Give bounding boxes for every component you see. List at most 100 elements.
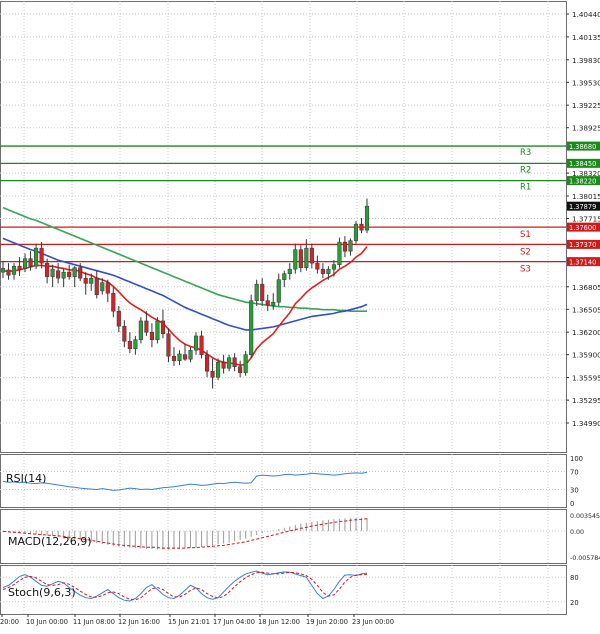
bear-candle bbox=[232, 357, 237, 367]
bear-candle bbox=[149, 331, 154, 340]
bull-candle bbox=[331, 264, 336, 270]
bull-candle bbox=[11, 265, 17, 275]
bull-candle bbox=[304, 247, 309, 268]
level-price-tag-text: 1.37370 bbox=[569, 241, 596, 249]
stoch-tick-label: 80 bbox=[570, 574, 579, 582]
level-label-r3: R3 bbox=[520, 148, 531, 158]
price-axis: 1.40440 1.40135 1.39830 1.39530 1.39225 1.389… bbox=[566, 10, 600, 428]
bull-candle bbox=[271, 301, 276, 306]
bear-candle bbox=[260, 283, 265, 301]
bull-candle bbox=[61, 271, 66, 279]
bear-candle bbox=[78, 267, 83, 279]
panel-frames bbox=[0, 1, 567, 615]
forex-chart-window[interactable]: R3 1.38680 R2 1.38450 R1 1.38220 S1 1.37600 S2 1.… bbox=[0, 0, 600, 630]
bull-candle bbox=[364, 205, 370, 231]
level-label-s3: S3 bbox=[520, 265, 531, 275]
bull-candle bbox=[23, 258, 28, 269]
bear-candle bbox=[116, 310, 121, 327]
time-tick-label: 23 Jun 00:00 bbox=[352, 618, 394, 626]
rsi-tick-label: 100 bbox=[570, 455, 583, 463]
bull-candle bbox=[177, 353, 182, 361]
bull-candle bbox=[188, 349, 193, 360]
price-tick-label: 1.38015 bbox=[572, 192, 600, 201]
time-tick-label: 10 Jun 00:00 bbox=[26, 618, 68, 626]
bear-candle bbox=[320, 268, 325, 274]
bear-candle bbox=[105, 282, 110, 294]
bear-candle bbox=[127, 340, 132, 349]
bear-candle bbox=[160, 320, 165, 334]
rsi-tick-label: 30 bbox=[570, 487, 579, 495]
bear-candle bbox=[111, 292, 116, 312]
rsi-panel-frame bbox=[0, 454, 567, 508]
price-tick-label: 1.38925 bbox=[572, 124, 600, 133]
macd-tick-label: -0.005784 bbox=[570, 555, 600, 562]
price-tick-label: 1.36805 bbox=[572, 283, 600, 292]
bear-candle bbox=[45, 262, 50, 277]
price-tick-label: 1.40135 bbox=[572, 33, 600, 42]
level-price-tag-text: 1.37140 bbox=[569, 258, 596, 266]
bear-candle bbox=[359, 223, 364, 231]
bull-candle bbox=[254, 283, 259, 301]
stoch-tick-label: 20 bbox=[570, 599, 579, 607]
bear-candle bbox=[67, 271, 72, 277]
bear-candle bbox=[265, 300, 270, 306]
price-tick-label: 1.39830 bbox=[572, 56, 600, 65]
time-tick-label: 20:00 bbox=[0, 618, 19, 626]
bear-candle bbox=[182, 354, 188, 360]
price-tick-label: 1.34990 bbox=[572, 419, 600, 428]
bear-candle bbox=[238, 366, 243, 373]
bear-candle bbox=[221, 361, 226, 369]
bull-candle bbox=[72, 267, 77, 277]
bull-candle bbox=[50, 268, 55, 277]
bull-candle bbox=[0, 268, 6, 273]
bull-candle bbox=[337, 241, 342, 265]
price-tick-label: 1.35595 bbox=[572, 374, 600, 383]
bull-candle bbox=[155, 320, 160, 340]
price-tick-label: 1.40440 bbox=[572, 10, 600, 19]
price-tick-label: 1.36505 bbox=[572, 305, 600, 314]
level-label-s1: S1 bbox=[520, 230, 531, 240]
bear-candle bbox=[166, 333, 171, 357]
time-axis: 20:00 10 Jun 00:00 11 Jun 08:00 12 Jun 16:0… bbox=[0, 614, 394, 626]
price-tick-label: 1.38320 bbox=[572, 169, 600, 178]
bull-candle bbox=[348, 240, 353, 252]
bear-candle bbox=[309, 247, 314, 264]
price-tick-label: 1.35295 bbox=[572, 396, 600, 405]
bull-candle bbox=[293, 249, 298, 270]
time-tick-label: 19 Jun 20:00 bbox=[306, 618, 348, 626]
bear-candle bbox=[94, 277, 99, 295]
bull-candle bbox=[193, 335, 199, 351]
bull-candle bbox=[243, 354, 248, 373]
level-label-s2: S2 bbox=[520, 247, 531, 257]
level-price-tag-text: 1.38220 bbox=[569, 177, 596, 185]
chart-canvas[interactable]: R3 1.38680 R2 1.38450 R1 1.38220 S1 1.37600 S2 1.… bbox=[0, 0, 600, 630]
time-tick-label: 11 Jun 08:00 bbox=[73, 618, 115, 626]
bull-candle bbox=[353, 223, 359, 241]
price-tick-label: 1.35900 bbox=[572, 351, 600, 360]
bull-candle bbox=[216, 361, 221, 378]
time-tick-label: 12 Jun 16:00 bbox=[118, 618, 160, 626]
bear-candle bbox=[199, 335, 204, 355]
bull-candle bbox=[89, 277, 94, 284]
time-tick-label: 17 Jun 04:00 bbox=[213, 618, 255, 626]
bull-candle bbox=[34, 247, 39, 267]
time-tick-label: 18 Jun 12:00 bbox=[258, 618, 300, 626]
bear-candle bbox=[342, 241, 347, 252]
bear-candle bbox=[56, 270, 61, 279]
price-tick-label: 1.39530 bbox=[572, 78, 600, 87]
current-price-tag-text: 1.37879 bbox=[569, 203, 596, 211]
bear-candle bbox=[298, 249, 303, 268]
macd-title: MACD(12,26,9) bbox=[8, 535, 92, 548]
bear-candle bbox=[28, 258, 33, 267]
bull-candle bbox=[276, 279, 281, 303]
bear-candle bbox=[39, 247, 44, 264]
bear-candle bbox=[205, 354, 210, 372]
level-price-tag-text: 1.37600 bbox=[569, 224, 596, 232]
price-tick-label: 1.37715 bbox=[572, 215, 600, 224]
price-tick-label: 1.36200 bbox=[572, 328, 600, 337]
bear-candle bbox=[315, 262, 320, 270]
level-price-tag-text: 1.38680 bbox=[569, 143, 596, 151]
bear-candle bbox=[171, 355, 177, 361]
price-tick-label: 1.39225 bbox=[572, 101, 600, 110]
stoch-title: Stoch(9,6,3) bbox=[8, 586, 76, 599]
